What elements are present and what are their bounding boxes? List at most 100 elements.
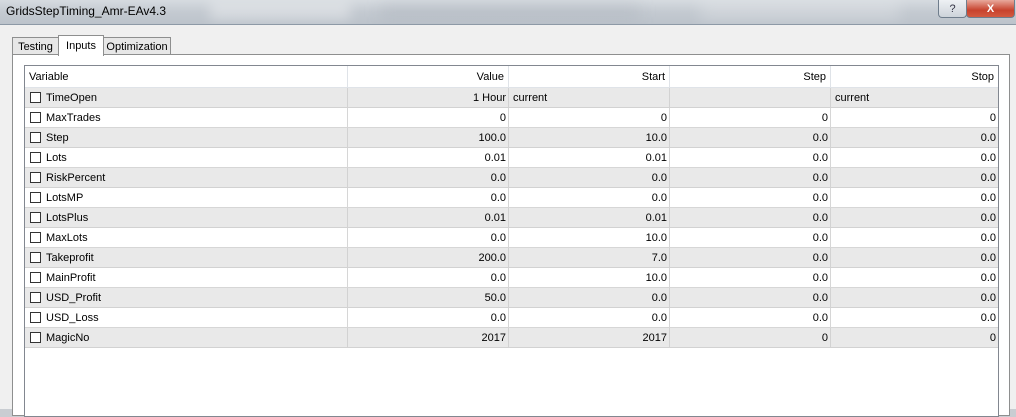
column-header-stop[interactable]: Stop bbox=[831, 66, 998, 87]
value-cell[interactable]: 2017 bbox=[348, 328, 509, 348]
table-row[interactable]: Lots 0.01 0.01 0.0 0.0 bbox=[25, 148, 998, 168]
stop-cell[interactable]: 0.0 bbox=[831, 128, 998, 148]
table-row[interactable]: LotsMP 0.0 0.0 0.0 0.0 bbox=[25, 188, 998, 208]
start-cell[interactable]: 10.0 bbox=[509, 128, 670, 148]
value-cell[interactable]: 0.0 bbox=[348, 308, 509, 328]
stop-cell[interactable]: 0.0 bbox=[831, 308, 998, 328]
variable-name: LotsPlus bbox=[46, 212, 89, 224]
variable-name: USD_Profit bbox=[46, 292, 102, 304]
value-cell[interactable]: 0.0 bbox=[348, 168, 509, 188]
optimize-checkbox[interactable] bbox=[30, 312, 41, 323]
variable-name: USD_Loss bbox=[46, 312, 99, 324]
step-cell[interactable]: 0.0 bbox=[670, 248, 831, 268]
optimize-checkbox[interactable] bbox=[30, 292, 41, 303]
close-icon: X bbox=[986, 2, 995, 15]
stop-cell[interactable]: 0.0 bbox=[831, 208, 998, 228]
table-row[interactable]: USD_Loss 0.0 0.0 0.0 0.0 bbox=[25, 308, 998, 328]
column-header-variable[interactable]: Variable bbox=[25, 66, 348, 87]
table-row[interactable]: USD_Profit 50.0 0.0 0.0 0.0 bbox=[25, 288, 998, 308]
table-row[interactable]: LotsPlus 0.01 0.01 0.0 0.0 bbox=[25, 208, 998, 228]
value-cell[interactable]: 0.01 bbox=[348, 208, 509, 228]
optimize-checkbox[interactable] bbox=[30, 232, 41, 243]
optimize-checkbox[interactable] bbox=[30, 172, 41, 183]
stop-cell[interactable]: 0.0 bbox=[831, 148, 998, 168]
optimize-checkbox[interactable] bbox=[30, 212, 41, 223]
value-cell[interactable]: 100.0 bbox=[348, 128, 509, 148]
step-cell[interactable]: 0.0 bbox=[670, 268, 831, 288]
variable-cell: Takeprofit bbox=[25, 248, 348, 268]
variable-cell: USD_Profit bbox=[25, 288, 348, 308]
stop-cell[interactable]: 0.0 bbox=[831, 168, 998, 188]
variable-name: LotsMP bbox=[46, 192, 84, 204]
stop-cell[interactable]: 0.0 bbox=[831, 288, 998, 308]
start-cell[interactable]: 0.0 bbox=[509, 188, 670, 208]
start-cell[interactable]: 10.0 bbox=[509, 268, 670, 288]
variable-cell: MaxLots bbox=[25, 228, 348, 248]
start-cell[interactable]: current bbox=[509, 88, 670, 108]
value-cell[interactable]: 0.0 bbox=[348, 188, 509, 208]
close-button[interactable]: X bbox=[966, 0, 1015, 18]
start-cell[interactable]: 7.0 bbox=[509, 248, 670, 268]
inputs-grid[interactable]: Variable Value Start Step Stop TimeOpen 1… bbox=[24, 65, 999, 417]
table-row[interactable]: Takeprofit 200.0 7.0 0.0 0.0 bbox=[25, 248, 998, 268]
value-cell[interactable]: 200.0 bbox=[348, 248, 509, 268]
column-header-start[interactable]: Start bbox=[509, 66, 670, 87]
step-cell[interactable]: 0.0 bbox=[670, 128, 831, 148]
stop-cell[interactable]: current bbox=[831, 88, 998, 108]
table-row[interactable]: MaxLots 0.0 10.0 0.0 0.0 bbox=[25, 228, 998, 248]
optimize-checkbox[interactable] bbox=[30, 332, 41, 343]
step-cell[interactable] bbox=[670, 88, 831, 108]
value-cell[interactable]: 50.0 bbox=[348, 288, 509, 308]
column-header-value[interactable]: Value bbox=[348, 66, 509, 87]
step-cell[interactable]: 0.0 bbox=[670, 168, 831, 188]
table-row[interactable]: MagicNo 2017 2017 0 0 bbox=[25, 328, 998, 348]
optimize-checkbox[interactable] bbox=[30, 252, 41, 263]
start-cell[interactable]: 0.0 bbox=[509, 308, 670, 328]
optimize-checkbox[interactable] bbox=[30, 112, 41, 123]
step-cell[interactable]: 0.0 bbox=[670, 308, 831, 328]
step-cell[interactable]: 0.0 bbox=[670, 208, 831, 228]
tab-optimization[interactable]: Optimization bbox=[103, 37, 171, 55]
start-cell[interactable]: 2017 bbox=[509, 328, 670, 348]
stop-cell[interactable]: 0.0 bbox=[831, 268, 998, 288]
table-row[interactable]: Step 100.0 10.0 0.0 0.0 bbox=[25, 128, 998, 148]
step-cell[interactable]: 0.0 bbox=[670, 188, 831, 208]
optimize-checkbox[interactable] bbox=[30, 132, 41, 143]
step-cell[interactable]: 0.0 bbox=[670, 288, 831, 308]
tab-testing[interactable]: Testing bbox=[12, 37, 59, 55]
start-cell[interactable]: 0.0 bbox=[509, 168, 670, 188]
stop-cell[interactable]: 0.0 bbox=[831, 188, 998, 208]
value-cell[interactable]: 1 Hour bbox=[348, 88, 509, 108]
tab-inputs[interactable]: Inputs bbox=[58, 35, 104, 56]
start-cell[interactable]: 0.01 bbox=[509, 148, 670, 168]
step-cell[interactable]: 0.0 bbox=[670, 148, 831, 168]
column-header-step[interactable]: Step bbox=[670, 66, 831, 87]
step-cell[interactable]: 0.0 bbox=[670, 228, 831, 248]
value-cell[interactable]: 0.01 bbox=[348, 148, 509, 168]
help-button[interactable]: ? bbox=[938, 0, 967, 18]
optimize-checkbox[interactable] bbox=[30, 92, 41, 103]
stop-cell[interactable]: 0.0 bbox=[831, 248, 998, 268]
table-row[interactable]: MainProfit 0.0 10.0 0.0 0.0 bbox=[25, 268, 998, 288]
start-cell[interactable]: 0.0 bbox=[509, 288, 670, 308]
value-cell[interactable]: 0 bbox=[348, 108, 509, 128]
stop-cell[interactable]: 0 bbox=[831, 328, 998, 348]
variable-cell: MaxTrades bbox=[25, 108, 348, 128]
start-cell[interactable]: 0 bbox=[509, 108, 670, 128]
start-cell[interactable]: 0.01 bbox=[509, 208, 670, 228]
value-cell[interactable]: 0.0 bbox=[348, 268, 509, 288]
stop-cell[interactable]: 0.0 bbox=[831, 228, 998, 248]
table-row[interactable]: MaxTrades 0 0 0 0 bbox=[25, 108, 998, 128]
optimize-checkbox[interactable] bbox=[30, 192, 41, 203]
variable-name: MaxLots bbox=[46, 232, 88, 244]
value-cell[interactable]: 0.0 bbox=[348, 228, 509, 248]
optimize-checkbox[interactable] bbox=[30, 152, 41, 163]
optimize-checkbox[interactable] bbox=[30, 272, 41, 283]
step-cell[interactable]: 0 bbox=[670, 328, 831, 348]
start-cell[interactable]: 10.0 bbox=[509, 228, 670, 248]
step-cell[interactable]: 0 bbox=[670, 108, 831, 128]
table-row[interactable]: TimeOpen 1 Hour current current bbox=[25, 88, 998, 108]
stop-cell[interactable]: 0 bbox=[831, 108, 998, 128]
dialog-frame: Testing Inputs Optimization Variable Val… bbox=[0, 24, 1016, 417]
table-row[interactable]: RiskPercent 0.0 0.0 0.0 0.0 bbox=[25, 168, 998, 188]
